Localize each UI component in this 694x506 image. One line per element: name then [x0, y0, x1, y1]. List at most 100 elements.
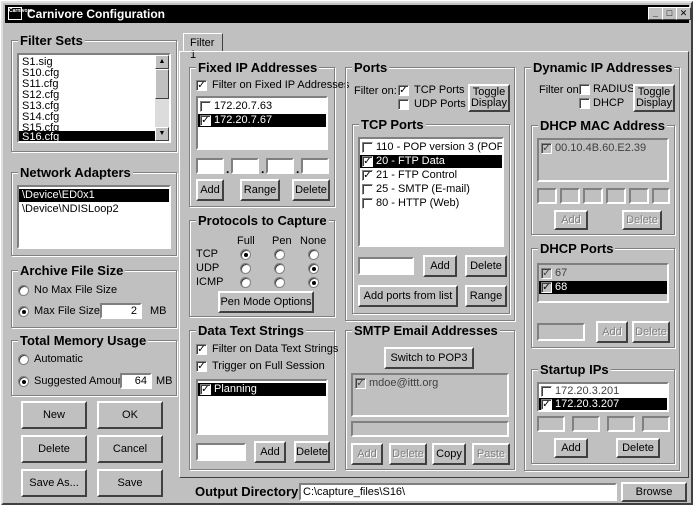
- list-item[interactable]: ✓ 00.10.4B.60.E2.39: [539, 142, 667, 155]
- icmp-full-radio[interactable]: [240, 277, 251, 288]
- mac-octet-6-input[interactable]: [652, 188, 670, 204]
- dynamic-toggle-display-button[interactable]: Toggle Display: [633, 84, 675, 112]
- list-item-checkbox[interactable]: ✓: [200, 384, 211, 395]
- add-ports-from-list-button[interactable]: Add ports from list: [358, 285, 458, 307]
- tcp-ports-checkbox[interactable]: ✓: [398, 85, 409, 96]
- cancel-button[interactable]: Cancel: [97, 435, 163, 463]
- startup-ip-octet-2-input[interactable]: [572, 416, 600, 432]
- list-item-checkbox[interactable]: ✓: [362, 170, 373, 181]
- filter-data-text-checkbox[interactable]: ✓: [196, 344, 207, 355]
- filter-sets-scrollbar[interactable]: ▲ ▼: [155, 55, 169, 141]
- smtp-delete-button[interactable]: Delete: [389, 443, 427, 465]
- maximize-button[interactable]: □: [662, 7, 677, 20]
- save-as-button[interactable]: Save As...: [21, 469, 87, 497]
- data-text-add-button[interactable]: Add: [254, 441, 286, 463]
- pen-mode-options-button[interactable]: Pen Mode Options: [218, 291, 314, 313]
- list-item-selected[interactable]: ✓ 20 - FTP Data: [360, 155, 502, 168]
- no-max-size-radio[interactable]: [18, 285, 29, 296]
- list-item-selected[interactable]: S16.cfg: [19, 131, 155, 141]
- title-bar[interactable]: Carnivore Carnivore Configuration _ □ ✕: [5, 5, 691, 23]
- startup-ip-octet-3-input[interactable]: [607, 416, 635, 432]
- list-item[interactable]: ✓ 21 - FTP Control: [360, 169, 502, 182]
- smtp-add-button[interactable]: Add: [351, 443, 383, 465]
- icmp-none-radio[interactable]: [308, 277, 319, 288]
- list-item-checkbox[interactable]: [362, 184, 373, 195]
- minimize-button[interactable]: _: [648, 7, 663, 20]
- list-item-checkbox[interactable]: ✓: [541, 143, 552, 154]
- dhcp-port-input[interactable]: [537, 323, 585, 341]
- mac-octet-4-input[interactable]: [606, 188, 626, 204]
- tab-filter-1[interactable]: Filter 1: [183, 33, 223, 61]
- ip-octet-1-input[interactable]: [196, 158, 224, 174]
- fixed-ip-range-button[interactable]: Range: [240, 179, 280, 201]
- tcp-port-add-button[interactable]: Add: [423, 255, 457, 277]
- list-item-checkbox[interactable]: ✓: [362, 156, 373, 167]
- smtp-paste-button[interactable]: Paste: [472, 443, 510, 465]
- fixed-ip-list[interactable]: 172.20.7.63 ✓ 172.20.7.67: [196, 96, 328, 150]
- list-item[interactable]: \Device\NDISLoop2: [19, 203, 169, 216]
- output-directory-input[interactable]: C:\capture_files\S16\: [299, 483, 617, 501]
- suggested-amount-radio[interactable]: [18, 376, 29, 387]
- dhcp-port-delete-button[interactable]: Delete: [632, 321, 670, 343]
- fixed-ip-add-button[interactable]: Add: [196, 179, 224, 201]
- dhcp-ports-list[interactable]: ✓ 67 ✓ 68: [537, 263, 669, 303]
- automatic-radio[interactable]: [18, 354, 29, 365]
- list-item[interactable]: 25 - SMTP (E-mail): [360, 183, 502, 196]
- startup-ips-list[interactable]: 172.20.3.201 ✓ 172.20.3.207: [537, 382, 669, 412]
- startup-ip-add-button[interactable]: Add: [554, 438, 588, 458]
- data-text-list[interactable]: ✓ Planning: [196, 379, 328, 435]
- tcp-port-range-button[interactable]: Range: [465, 285, 507, 307]
- mac-octet-2-input[interactable]: [560, 188, 580, 204]
- startup-ip-delete-button[interactable]: Delete: [616, 438, 660, 458]
- dhcp-mac-add-button[interactable]: Add: [554, 210, 588, 230]
- dhcp-checkbox[interactable]: [579, 98, 590, 109]
- browse-button[interactable]: Browse: [621, 482, 687, 502]
- ip-octet-2-input[interactable]: [231, 158, 259, 174]
- icmp-pen-radio[interactable]: [274, 277, 285, 288]
- delete-button[interactable]: Delete: [21, 435, 87, 463]
- scroll-up-button[interactable]: ▲: [155, 55, 169, 69]
- list-item-selected[interactable]: ✓ 172.20.7.67: [198, 114, 326, 127]
- ip-octet-4-input[interactable]: [301, 158, 329, 174]
- switch-to-pop3-button[interactable]: Switch to POP3: [384, 347, 474, 369]
- tcp-ports-list[interactable]: 110 - POP version 3 (POP3) ✓ 20 - FTP Da…: [358, 137, 504, 247]
- list-item-checkbox[interactable]: ✓: [541, 399, 552, 410]
- list-item-checkbox[interactable]: ✓: [200, 115, 211, 126]
- new-button[interactable]: New: [21, 401, 87, 429]
- ip-octet-3-input[interactable]: [266, 158, 294, 174]
- radius-checkbox[interactable]: [579, 84, 590, 95]
- list-item-checkbox[interactable]: ✓: [541, 268, 552, 279]
- startup-ip-octet-1-input[interactable]: [537, 416, 565, 432]
- mac-octet-1-input[interactable]: [537, 188, 557, 204]
- list-item-selected[interactable]: ✓ Planning: [198, 383, 326, 396]
- tcp-port-input[interactable]: [358, 257, 414, 275]
- list-item-selected[interactable]: ✓ 172.20.3.207: [539, 398, 667, 410]
- dhcp-mac-list[interactable]: ✓ 00.10.4B.60.E2.39: [537, 138, 669, 182]
- list-item[interactable]: 80 - HTTP (Web): [360, 197, 502, 210]
- list-item[interactable]: ✓ mdoe@ittt.org: [353, 377, 507, 390]
- suggested-amount-input[interactable]: 64: [120, 373, 152, 389]
- list-item[interactable]: ✓ 67: [539, 267, 667, 280]
- udp-full-radio[interactable]: [240, 263, 251, 274]
- list-item-checkbox[interactable]: [541, 386, 552, 397]
- smtp-address-input[interactable]: [351, 421, 509, 437]
- list-item[interactable]: 110 - POP version 3 (POP3): [360, 141, 502, 154]
- ports-toggle-display-button[interactable]: Toggle Display: [468, 84, 510, 112]
- list-item-checkbox[interactable]: [362, 142, 373, 153]
- dhcp-port-add-button[interactable]: Add: [596, 321, 628, 343]
- dhcp-mac-delete-button[interactable]: Delete: [622, 210, 662, 230]
- fixed-ip-delete-button[interactable]: Delete: [292, 179, 330, 201]
- udp-ports-checkbox[interactable]: [398, 99, 409, 110]
- list-item-checkbox[interactable]: ✓: [541, 282, 552, 293]
- data-text-input[interactable]: [196, 443, 246, 461]
- scroll-thumb[interactable]: [155, 69, 169, 99]
- filter-sets-list[interactable]: S1.sig S10.cfg S11.cfg S12.cfg S13.cfg S…: [17, 53, 171, 143]
- mac-octet-3-input[interactable]: [583, 188, 603, 204]
- data-text-delete-button[interactable]: Delete: [294, 441, 330, 463]
- list-item-selected[interactable]: ✓ 68: [539, 281, 667, 294]
- list-item-selected[interactable]: \Device\ED0x1: [19, 189, 169, 202]
- tcp-none-radio[interactable]: [308, 249, 319, 260]
- smtp-copy-button[interactable]: Copy: [432, 443, 466, 465]
- ok-button[interactable]: OK: [97, 401, 163, 429]
- network-adapters-list[interactable]: \Device\ED0x1 \Device\NDISLoop2: [17, 185, 171, 249]
